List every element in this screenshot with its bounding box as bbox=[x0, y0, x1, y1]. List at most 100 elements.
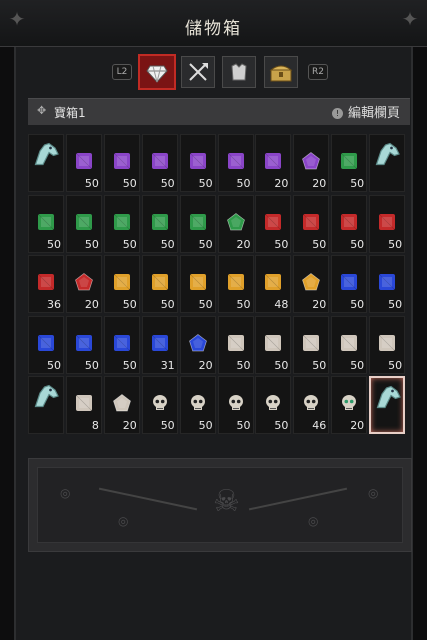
sapphire-gem-icon bbox=[340, 273, 358, 291]
inventory-slot[interactable]: 8 bbox=[65, 376, 102, 434]
edit-tab-button[interactable]: ! 編輯欄頁 bbox=[331, 102, 400, 121]
sapphire-pentagon-gem-icon bbox=[188, 333, 207, 351]
crossed-weapons-icon bbox=[189, 63, 208, 81]
inventory-slot[interactable]: 50 bbox=[369, 255, 406, 313]
stack-count: 50 bbox=[122, 298, 137, 311]
inventory-slot[interactable]: 50 bbox=[255, 194, 292, 253]
stack-count: 50 bbox=[388, 298, 403, 311]
ruby-gem-icon bbox=[265, 213, 282, 230]
stack-count: 50 bbox=[198, 298, 213, 311]
inventory-slot[interactable]: 50 bbox=[141, 255, 178, 313]
inventory-slot[interactable]: 50 bbox=[217, 134, 254, 192]
inventory-slot[interactable]: 50 bbox=[141, 134, 178, 192]
stack-count: 20 bbox=[84, 298, 99, 311]
inventory-slot[interactable]: 20 bbox=[255, 134, 292, 192]
stash-bottom-area bbox=[16, 552, 411, 640]
inventory-slot[interactable]: 50 bbox=[179, 134, 216, 192]
stack-count: 20 bbox=[198, 358, 213, 372]
armor-tab[interactable] bbox=[222, 56, 256, 88]
inventory-slot[interactable]: 50 bbox=[369, 315, 406, 374]
topaz-gem-icon bbox=[151, 273, 168, 291]
rune-left-icon: ◎ bbox=[60, 486, 71, 500]
l2-hint[interactable]: L2 bbox=[112, 64, 132, 80]
inventory-slot[interactable]: 20 bbox=[65, 255, 102, 313]
inventory-slot[interactable]: 20 bbox=[179, 315, 216, 374]
inventory-slot[interactable]: 50 bbox=[217, 255, 254, 313]
diamond-pentagon-gem-icon bbox=[112, 394, 131, 412]
inventory-slot[interactable]: 50 bbox=[255, 315, 292, 374]
inventory-slot[interactable]: 20 bbox=[103, 376, 140, 434]
topaz-gem-icon bbox=[113, 273, 131, 291]
ruby-gem-icon bbox=[303, 213, 320, 230]
inventory-slot[interactable] bbox=[28, 134, 64, 192]
stack-count: 50 bbox=[122, 358, 137, 372]
inventory-slot[interactable]: 50 bbox=[217, 376, 254, 434]
gem-icon bbox=[146, 65, 168, 83]
inventory-slot[interactable]: 20 bbox=[217, 194, 254, 253]
inventory-slot[interactable]: 50 bbox=[103, 134, 140, 192]
inventory-slot[interactable]: 50 bbox=[217, 315, 254, 374]
skull-icon bbox=[152, 395, 167, 410]
diamond-gem-icon bbox=[378, 334, 396, 351]
gem-tab[interactable] bbox=[138, 54, 176, 90]
inventory-slot[interactable]: 48 bbox=[255, 255, 292, 313]
emerald-gem-icon bbox=[189, 213, 206, 230]
inventory-slot[interactable]: 50 bbox=[293, 194, 330, 253]
r2-hint[interactable]: R2 bbox=[308, 64, 328, 80]
inventory-slot[interactable]: 50 bbox=[255, 376, 292, 434]
inventory-slot[interactable]: 50 bbox=[103, 194, 140, 253]
inventory-slot[interactable]: 50 bbox=[28, 315, 64, 374]
inventory-slot[interactable]: 50 bbox=[331, 255, 368, 313]
diamond-gem-icon bbox=[265, 334, 282, 351]
inventory-slot[interactable]: 50 bbox=[179, 376, 216, 434]
inventory-slot[interactable]: 50 bbox=[141, 194, 178, 253]
inventory-slot[interactable]: 50 bbox=[141, 376, 178, 434]
inventory-slot[interactable]: 50 bbox=[65, 134, 102, 192]
diamond-gem-icon bbox=[75, 394, 93, 412]
stack-count: 50 bbox=[122, 237, 137, 251]
inventory-slot[interactable]: 50 bbox=[179, 255, 216, 313]
horse-trophy-icon bbox=[34, 142, 59, 166]
stack-count: 50 bbox=[388, 237, 403, 251]
inventory-slot[interactable]: 36 bbox=[28, 255, 64, 313]
topaz-gem-icon bbox=[189, 273, 206, 291]
weapons-tab[interactable] bbox=[181, 56, 215, 88]
stack-count: 8 bbox=[91, 419, 99, 432]
inventory-slot[interactable]: 50 bbox=[293, 315, 330, 374]
inventory-grid: 50 50 50 50 50 20 20 50 50 50 50 50 50 20 50 50 50 50 36 20… bbox=[28, 134, 412, 440]
stack-count: 50 bbox=[312, 358, 327, 372]
inventory-slot[interactable]: 20 bbox=[293, 255, 330, 313]
inventory-slot[interactable] bbox=[28, 376, 64, 434]
stack-count: 50 bbox=[350, 177, 365, 190]
stack-count: 20 bbox=[350, 419, 365, 432]
chest-tab[interactable] bbox=[264, 56, 298, 88]
inventory-slot[interactable]: 50 bbox=[65, 315, 102, 374]
inventory-slot[interactable]: 50 bbox=[331, 194, 368, 253]
skull-emblem-icon: ☠ bbox=[213, 484, 240, 519]
inventory-slot[interactable]: 50 bbox=[179, 194, 216, 253]
panel-inner: ☠ ◎ ◎ ◎ ◎ bbox=[37, 467, 403, 543]
move-handle-icon[interactable]: ✥ bbox=[37, 104, 46, 117]
inventory-slot[interactable]: 50 bbox=[103, 315, 140, 374]
inventory-slot[interactable]: 50 bbox=[331, 315, 368, 374]
inventory-slot[interactable]: 50 bbox=[331, 134, 368, 192]
amethyst-pentagon-gem-icon bbox=[302, 152, 321, 170]
inventory-slot[interactable]: 50 bbox=[369, 194, 406, 253]
emerald-gem-icon bbox=[151, 213, 168, 230]
inventory-slot[interactable]: 50 bbox=[65, 194, 102, 253]
inventory-slot[interactable]: 20 bbox=[331, 376, 368, 434]
inventory-slot[interactable]: 31 bbox=[141, 315, 178, 374]
inventory-slot[interactable]: 50 bbox=[103, 255, 140, 313]
inventory-slot[interactable]: 20 bbox=[293, 134, 330, 192]
diamond-gem-icon bbox=[303, 334, 320, 351]
inventory-slot[interactable] bbox=[369, 134, 406, 192]
inventory-slot[interactable]: 50 bbox=[28, 194, 64, 253]
corner-ornament-right-icon: ✦ bbox=[401, 7, 419, 31]
emerald-pentagon-gem-icon bbox=[226, 212, 245, 230]
ruby-gem-icon bbox=[37, 273, 55, 291]
topaz-pentagon-gem-icon bbox=[302, 273, 321, 291]
inventory-slot[interactable] bbox=[369, 376, 406, 434]
stack-count: 36 bbox=[47, 298, 61, 311]
stack-count: 50 bbox=[160, 419, 175, 432]
inventory-slot[interactable]: 46 bbox=[293, 376, 330, 434]
